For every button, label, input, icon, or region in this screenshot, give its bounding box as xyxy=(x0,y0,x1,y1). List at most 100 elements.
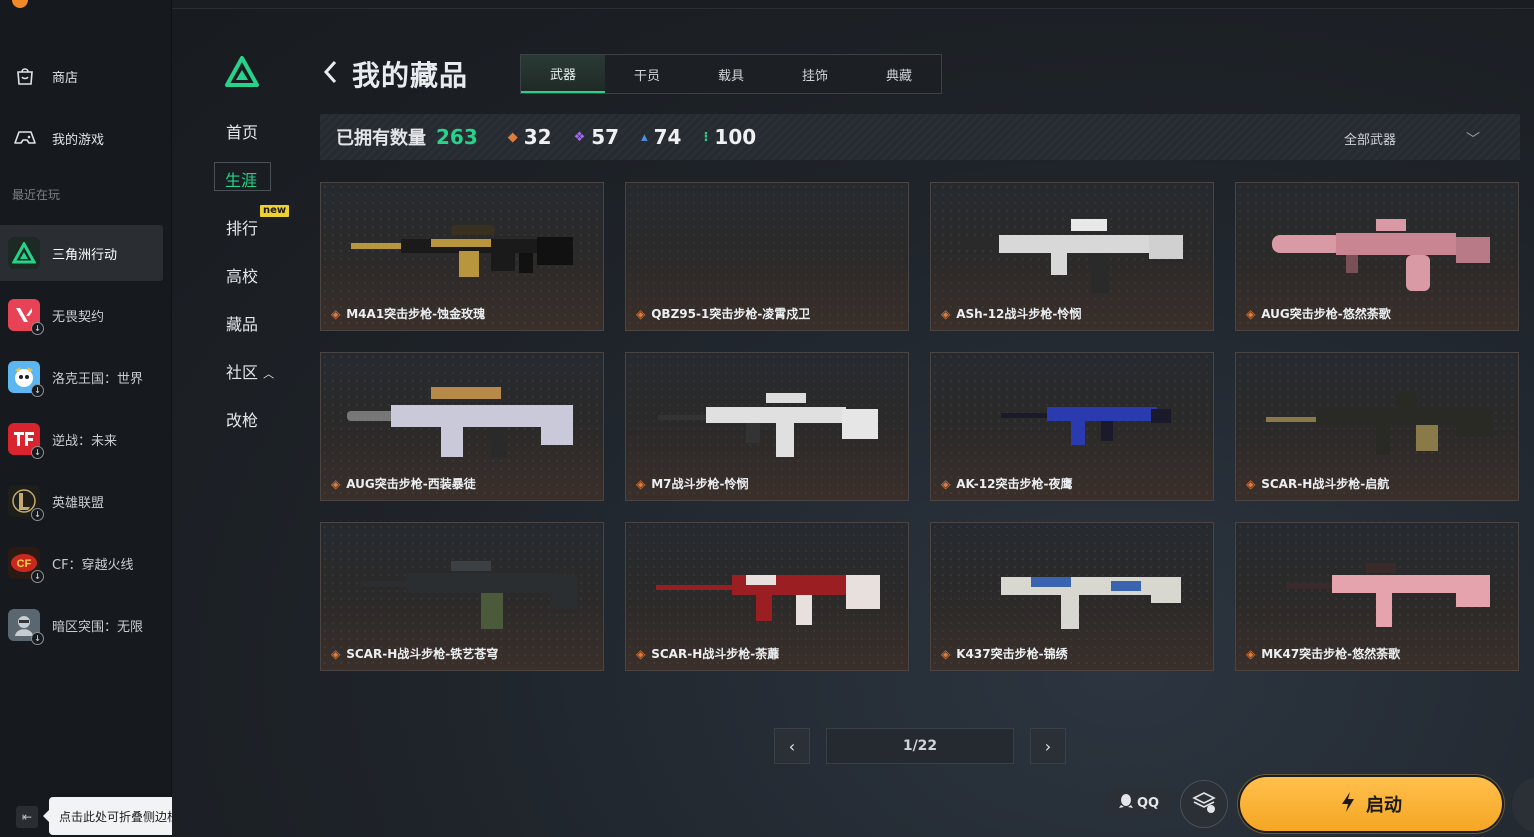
weapon-card[interactable]: ◈ AUG突击步枪-悠然荼歌 xyxy=(1235,182,1519,331)
valorant-game-icon: ↓ xyxy=(8,299,44,335)
nav-my-games-label: 我的游戏 xyxy=(52,132,105,148)
weapon-filter-dropdown[interactable]: 全部武器 ﹀ xyxy=(1344,129,1480,149)
rarity-diamond-icon: ◈ xyxy=(636,476,646,491)
nav-my-games[interactable]: 我的游戏 xyxy=(0,118,172,158)
rarity-diamond-icon: ◈ xyxy=(941,476,951,491)
lightning-icon xyxy=(1340,791,1356,818)
download-icon: ↓ xyxy=(31,446,44,459)
collection-grid: ◈ M4A1突击步枪-蚀金玫瑰 ◈ QBZ95-1突击步枪-凌霄戍卫 ◈ ASh… xyxy=(320,182,1520,672)
owned-count-label: 已拥有数量 xyxy=(336,128,426,149)
weapon-card[interactable]: ◈ AK-12突击步枪-夜鹰 xyxy=(930,352,1214,501)
prev-page-button[interactable]: ‹ xyxy=(774,728,810,764)
launcher-logo xyxy=(0,0,172,12)
weapon-caption: ◈ K437突击步枪-锦绣 xyxy=(941,645,1068,662)
game-nav-home[interactable]: 首页 xyxy=(226,119,258,143)
rarity-diamond-icon: ◈ xyxy=(636,306,646,321)
launch-label: 启动 xyxy=(1366,795,1402,816)
collapse-sidebar-button[interactable]: ⇤ xyxy=(16,806,38,828)
game-item-nizhan[interactable]: ↓ 逆战：未来 xyxy=(0,411,163,467)
weapon-card[interactable]: ◈ SCAR-H战斗步枪-启航 xyxy=(1235,352,1519,501)
chevron-right-icon: › xyxy=(1044,736,1052,756)
accelerator-button[interactable] xyxy=(1180,780,1228,828)
launch-button[interactable]: 启动 xyxy=(1240,777,1502,831)
download-icon: ↓ xyxy=(31,508,44,521)
svg-text:CF: CF xyxy=(17,558,32,570)
weapon-caption: ◈ AUG突击步枪-西装暴徒 xyxy=(331,475,476,492)
weapon-caption: ◈ SCAR-H战斗步枪-启航 xyxy=(1246,475,1389,492)
qq-login-button[interactable]: QQ xyxy=(1104,788,1174,818)
diamond-orange-icon: ◆ xyxy=(507,129,518,145)
weapon-card[interactable]: ◈ SCAR-H战斗步枪-荼蘼 xyxy=(625,522,909,671)
stats-bar: 已拥有数量 263 ◆ 32 ❖ 57 ▴ 74 ⁝ 100 全部武器 ﹀ xyxy=(320,114,1520,160)
weapon-skin-image xyxy=(658,393,878,457)
tab-classics[interactable]: 典藏 xyxy=(857,55,941,93)
diamond-green-icon: ⁝ xyxy=(703,129,709,145)
diamond-blue-icon: ▴ xyxy=(641,129,648,145)
recent-section-label: 最近在玩 xyxy=(12,188,61,202)
tab-weapons[interactable]: 武器 xyxy=(521,55,605,93)
tab-vehicles[interactable]: 载具 xyxy=(689,55,773,93)
game-item-valorant[interactable]: ↓ 无畏契约 xyxy=(0,287,163,343)
game-nav-community[interactable]: 社区 ︿ xyxy=(226,359,274,383)
qq-penguin-icon xyxy=(1118,793,1133,813)
game-nav-ranking[interactable]: 排行 xyxy=(226,215,258,239)
game-item-label: 三角洲行动 xyxy=(52,247,118,263)
weapon-name: SCAR-H战斗步枪-启航 xyxy=(1261,477,1390,491)
weapon-caption: ◈ SCAR-H战斗步枪-铁艺苍穹 xyxy=(331,645,498,662)
game-item-league-of-legends[interactable]: ↓ 英雄联盟 xyxy=(0,473,163,529)
tab-operators[interactable]: 干员 xyxy=(605,55,689,93)
download-icon: ↓ xyxy=(31,384,44,397)
weapon-card[interactable]: ◈ AUG突击步枪-西装暴徒 xyxy=(320,352,604,501)
gamepad-icon xyxy=(12,125,38,151)
rarity-diamond-icon: ◈ xyxy=(941,646,951,661)
nav-shop[interactable]: 商店 xyxy=(0,56,172,96)
download-icon: ↓ xyxy=(31,632,44,645)
collapse-left-icon: ⇤ xyxy=(21,810,33,824)
weapon-name: QBZ95-1突击步枪-凌霄戍卫 xyxy=(651,307,811,321)
nizhan-game-icon: ↓ xyxy=(8,423,44,459)
pagination: ‹ 1/22 › xyxy=(774,728,1066,764)
page-title: 我的藏品 xyxy=(352,59,469,92)
tab-charms[interactable]: 挂饰 xyxy=(773,55,857,93)
weapon-card[interactable]: ◈ K437突击步枪-锦绣 xyxy=(930,522,1214,671)
game-item-label: 逆战：未来 xyxy=(52,433,118,449)
top-strip xyxy=(172,0,1534,9)
game-nav-gunsmith[interactable]: 改枪 xyxy=(226,407,258,431)
weapon-card[interactable]: ◈ M4A1突击步枪-蚀金玫瑰 xyxy=(320,182,604,331)
weapon-skin-image xyxy=(656,575,880,625)
weapon-name: AUG突击步枪-悠然荼歌 xyxy=(1261,307,1391,321)
game-item-roco-kingdom[interactable]: ↓ 洛克王国：世界 xyxy=(0,349,163,405)
league-of-legends-game-icon: ↓ xyxy=(8,485,44,521)
weapon-card[interactable]: ◈ SCAR-H战斗步枪-铁艺苍穹 xyxy=(320,522,604,671)
new-badge: new xyxy=(260,205,290,217)
game-nav-community-label: 社区 xyxy=(226,363,259,382)
weapon-card[interactable]: ◈ QBZ95-1突击步枪-凌霄戍卫 xyxy=(625,182,909,331)
delta-force-game-icon xyxy=(8,237,40,269)
shop-bag-icon xyxy=(12,63,38,89)
weapon-skin-image xyxy=(1001,577,1181,629)
weapon-card[interactable]: ◈ M7战斗步枪-怜悯 xyxy=(625,352,909,501)
rarity-diamond-icon: ◈ xyxy=(331,306,341,321)
next-page-button[interactable]: › xyxy=(1030,728,1066,764)
layers-icon xyxy=(1191,789,1217,819)
weapon-skin-image xyxy=(347,387,573,457)
weapon-caption: ◈ M4A1突击步枪-蚀金玫瑰 xyxy=(331,305,485,322)
weapon-name: MK47突击步枪-悠然荼歌 xyxy=(1261,647,1401,661)
weapon-card[interactable]: ◈ ASh-12战斗步枪-怜悯 xyxy=(930,182,1214,331)
tier-count-green: ⁝ 100 xyxy=(703,125,756,149)
tier-count-blue: ▴ 74 xyxy=(641,125,681,149)
rarity-diamond-icon: ◈ xyxy=(1246,476,1256,491)
game-nav-collection[interactable]: 藏品 xyxy=(226,311,258,335)
game-nav-career[interactable]: 生涯 xyxy=(214,162,271,191)
category-tabs: 武器 干员 载具 挂饰 典藏 xyxy=(520,54,942,94)
side-panel-toggle[interactable] xyxy=(1512,777,1534,833)
weapon-skin-image xyxy=(961,219,1183,293)
game-nav-college[interactable]: 高校 xyxy=(226,263,258,287)
game-item-delta-force[interactable]: 三角洲行动 xyxy=(0,225,163,281)
weapon-card[interactable]: ◈ MK47突击步枪-悠然荼歌 xyxy=(1235,522,1519,671)
game-item-label: 洛克王国：世界 xyxy=(52,371,144,387)
back-arrow-icon[interactable] xyxy=(322,59,338,90)
game-item-crossfire[interactable]: CF ↓ CF：穿越火线 xyxy=(0,535,163,591)
weapon-caption: ◈ AK-12突击步枪-夜鹰 xyxy=(941,475,1072,492)
game-item-arena-breakout[interactable]: ↓ 暗区突围：无限 xyxy=(0,597,163,653)
